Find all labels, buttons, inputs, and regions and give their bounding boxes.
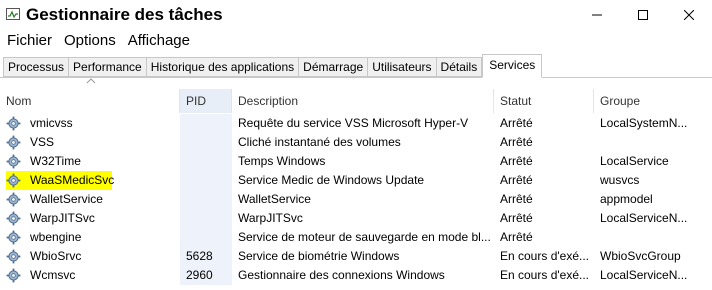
- table-row[interactable]: vmicvss Requête du service VSS Microsoft …: [0, 114, 712, 133]
- tab-performance[interactable]: Performance: [69, 57, 147, 77]
- table-row[interactable]: Wcmsvc 2960 Gestionnaire des connexions Wi…: [0, 266, 712, 285]
- service-gear-icon: [6, 192, 21, 207]
- service-pid: [180, 228, 232, 247]
- title-bar: Gestionnaire des tâches: [0, 0, 712, 30]
- menu-options[interactable]: Options: [57, 30, 121, 52]
- service-description: WalletService: [238, 192, 311, 206]
- service-status: Arrêté: [500, 192, 533, 206]
- minimize-icon: [592, 14, 602, 16]
- service-gear-icon: [6, 173, 21, 188]
- service-status: Arrêté: [500, 116, 533, 130]
- service-gear-icon: [6, 135, 21, 150]
- service-pid: [180, 171, 232, 190]
- service-group: [594, 133, 712, 152]
- service-group: LocalServiceN...: [600, 268, 688, 282]
- table-row[interactable]: WbioSrvc 5628 Service de biométrie Windows…: [0, 247, 712, 266]
- tab-strip: Processus Performance Historique des app…: [0, 54, 712, 78]
- service-description: Service Medic de Windows Update: [238, 173, 425, 187]
- service-status: Arrêté: [500, 135, 533, 149]
- maximize-button[interactable]: [620, 0, 666, 30]
- sort-indicator-icon: [86, 78, 96, 84]
- service-name-cell: WaaSMedicSvc: [0, 171, 180, 190]
- service-group: wusvcs: [600, 173, 640, 187]
- tab-historique-applications[interactable]: Historique des applications: [146, 57, 300, 77]
- service-pid: [180, 114, 232, 133]
- service-description: Requête du service VSS Microsoft Hyper-V: [238, 116, 469, 130]
- service-status: En cours d'exé...: [500, 249, 590, 263]
- service-status: En cours d'exé...: [500, 268, 590, 282]
- service-gear-icon: [6, 154, 21, 169]
- service-description: Service de biométrie Windows: [238, 249, 400, 263]
- service-name-cell: wbengine: [0, 228, 180, 247]
- service-name-cell: VSS: [0, 133, 180, 152]
- service-group: appmodel: [600, 192, 653, 206]
- tab-details[interactable]: Détails: [436, 57, 483, 77]
- service-status: Arrêté: [500, 211, 533, 225]
- close-icon: [684, 10, 694, 20]
- service-gear-icon: [6, 249, 21, 264]
- service-pid: 2960: [180, 266, 232, 285]
- service-description: Gestionnaire des connexions Windows: [238, 268, 445, 282]
- service-name-cell: W32Time: [0, 152, 180, 171]
- service-name-cell: WalletService: [0, 190, 180, 209]
- service-group: LocalService: [600, 154, 669, 168]
- service-pid: [180, 209, 232, 228]
- column-header-nom[interactable]: Nom: [0, 89, 180, 113]
- tab-services[interactable]: Services: [482, 54, 543, 78]
- tab-processus[interactable]: Processus: [3, 57, 70, 77]
- service-pid: [180, 133, 232, 152]
- table-header: Nom PID Description Statut Groupe: [0, 89, 712, 113]
- service-description: Temps Windows: [238, 154, 326, 168]
- service-group: LocalSystemN...: [600, 116, 688, 130]
- service-description: Cliché instantané des volumes: [238, 135, 401, 149]
- service-pid: [180, 152, 232, 171]
- service-description: Service de moteur de sauvegarde en mode …: [238, 230, 491, 244]
- column-header-pid[interactable]: PID: [180, 89, 232, 113]
- service-name-cell: vmicvss: [0, 114, 180, 133]
- table-row[interactable]: wbengine Service de moteur de sauvegarde …: [0, 228, 712, 247]
- service-pid: [180, 190, 232, 209]
- column-header-statut[interactable]: Statut: [494, 89, 594, 113]
- tab-utilisateurs[interactable]: Utilisateurs: [368, 57, 437, 77]
- service-name: WaaSMedicSvc: [30, 173, 115, 187]
- service-name-cell: Wcmsvc: [0, 266, 180, 285]
- table-row[interactable]: WaaSMedicSvc Service Medic de Windows Upd…: [0, 171, 712, 190]
- maximize-icon: [638, 10, 648, 20]
- task-manager-icon: [6, 8, 20, 20]
- service-status: Arrêté: [500, 173, 533, 187]
- service-group: [594, 228, 712, 247]
- tab-demarrage[interactable]: Démarrage: [299, 57, 369, 77]
- service-gear-icon: [6, 211, 21, 226]
- service-name-cell: WarpJITSvc: [0, 209, 180, 228]
- minimize-button[interactable]: [574, 0, 620, 30]
- table-row[interactable]: W32Time Temps Windows Arrêté LocalService: [0, 152, 712, 171]
- service-gear-icon: [6, 116, 21, 131]
- table-row[interactable]: VSS Cliché instantané des volumes Arrêté: [0, 133, 712, 152]
- service-name-cell: WbioSrvc: [0, 247, 180, 266]
- menu-bar: Fichier Options Affichage: [0, 30, 712, 52]
- service-gear-icon: [6, 268, 21, 283]
- window-title: Gestionnaire des tâches: [26, 5, 223, 24]
- service-description: WarpJITSvc: [238, 211, 303, 225]
- service-gear-icon: [6, 230, 21, 245]
- column-header-groupe[interactable]: Groupe: [594, 89, 712, 113]
- service-pid: 5628: [180, 247, 232, 266]
- table-row[interactable]: WalletService WalletService Arrêté appmodel: [0, 190, 712, 209]
- close-button[interactable]: [666, 0, 712, 30]
- menu-fichier[interactable]: Fichier: [0, 30, 57, 52]
- service-group: WbioSvcGroup: [600, 249, 681, 263]
- services-table: Nom PID Description Statut Groupe vmicvs…: [0, 78, 712, 290]
- service-status: Arrêté: [500, 154, 533, 168]
- column-header-description[interactable]: Description: [232, 89, 494, 113]
- table-row[interactable]: WarpJITSvc WarpJITSvc Arrêté LocalServiceN.…: [0, 209, 712, 228]
- service-group: LocalServiceN...: [600, 211, 688, 225]
- service-status: Arrêté: [500, 230, 533, 244]
- menu-affichage[interactable]: Affichage: [121, 30, 195, 52]
